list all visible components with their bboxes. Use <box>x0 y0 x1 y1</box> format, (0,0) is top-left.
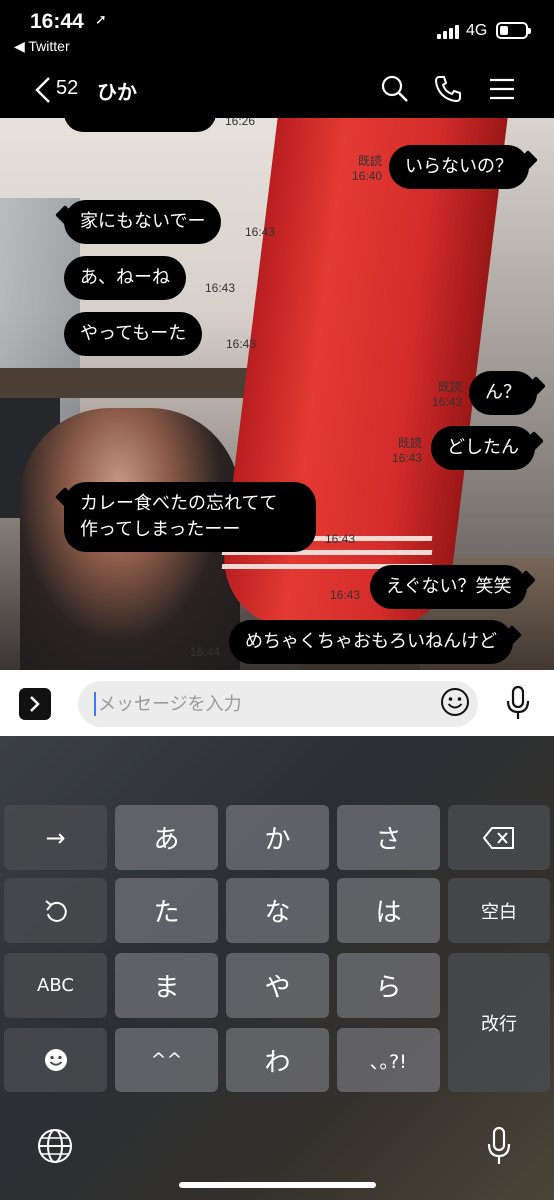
status-time: 16:44 <box>30 10 84 33</box>
message-bubble-outgoing[interactable]: どしたん <box>431 426 535 470</box>
undo-key[interactable] <box>4 878 107 943</box>
message-bubble-outgoing[interactable]: ん？ <box>469 371 537 415</box>
message-time: 16:43 <box>325 532 356 546</box>
message-bubble-outgoing[interactable]: めちゃくちゃおもろいねんけど <box>229 620 513 664</box>
back-button[interactable]: 52 <box>34 76 84 104</box>
key-ka[interactable]: か <box>226 805 329 870</box>
message-time: 16:43 <box>226 337 257 351</box>
contact-name: ひか <box>97 80 137 104</box>
message-time: 16:43 <box>205 281 236 295</box>
dictation-mic-icon[interactable] <box>486 1126 512 1166</box>
read-receipt: 既読 <box>357 154 382 168</box>
message-time: 16:43 <box>391 451 422 465</box>
message-time: 16:40 <box>351 169 382 183</box>
message-bubble-incoming[interactable]: あ、ねーね <box>64 256 186 300</box>
emoji-key[interactable] <box>4 1028 107 1092</box>
expand-menu-button[interactable] <box>19 688 51 720</box>
abc-key[interactable]: ABC <box>4 953 107 1018</box>
key-wa[interactable]: わ <box>226 1028 329 1092</box>
message-time: 16:43 <box>245 225 276 239</box>
key-sa[interactable]: さ <box>337 805 440 870</box>
message-bubble-incoming[interactable]: カレー食べたの忘れてて 作ってしまったーー <box>64 482 316 552</box>
network-type: 4G <box>466 22 488 39</box>
key-ra[interactable]: ら <box>337 953 440 1018</box>
space-key[interactable]: 空白 <box>448 878 550 943</box>
chat-header: 52 ひか <box>0 62 554 118</box>
key-a[interactable]: あ <box>115 805 218 870</box>
key-ya[interactable]: や <box>226 953 329 1018</box>
home-indicator[interactable] <box>179 1182 376 1188</box>
location-arrow-icon: ➚ <box>95 12 107 28</box>
message-input-bar <box>0 670 554 736</box>
key-arrow[interactable]: → <box>4 805 107 870</box>
emoji-icon[interactable] <box>440 687 470 717</box>
message-time: 16:43 <box>329 588 360 602</box>
keyboard: → あ か さ た な は 空白 ABC ま や ら 改行 ^^ わ ､｡?! <box>0 736 554 1200</box>
battery-icon <box>496 22 531 39</box>
chat-area[interactable]: 16:26 既読 16:40 いらないの？ 家にもないでー 16:43 あ、ねー… <box>0 118 554 670</box>
phone-icon[interactable] <box>433 74 463 104</box>
message-bubble-partial[interactable] <box>64 118 216 132</box>
chevron-right-icon <box>30 696 40 712</box>
emoji-face-icon <box>44 1049 67 1071</box>
status-bar: 16:44 ➚ ◀ Twitter 4G <box>0 0 554 62</box>
message-input[interactable] <box>98 689 428 719</box>
search-icon[interactable] <box>380 74 410 104</box>
backspace-key[interactable] <box>448 805 550 870</box>
message-bubble-incoming[interactable]: 家にもないでー <box>64 200 222 244</box>
key-ha[interactable]: は <box>337 878 440 943</box>
microphone-icon[interactable] <box>505 685 531 721</box>
globe-icon[interactable] <box>37 1128 73 1164</box>
read-receipt: 既読 <box>397 436 422 450</box>
message-field[interactable] <box>78 681 478 727</box>
message-time: 16:26 <box>225 118 256 128</box>
key-kaomoji[interactable]: ^^ <box>115 1028 218 1092</box>
signal-icon <box>437 23 463 39</box>
key-punctuation[interactable]: ､｡?! <box>337 1028 440 1092</box>
backspace-icon <box>483 826 514 849</box>
unread-count: 52 <box>56 77 79 99</box>
message-time: 16:44 <box>189 645 220 659</box>
message-time: 16:43 <box>431 395 462 409</box>
text-caret <box>94 692 96 716</box>
message-bubble-outgoing[interactable]: いらないの？ <box>389 145 529 189</box>
menu-icon[interactable] <box>487 74 517 104</box>
message-bubble-outgoing[interactable]: えぐない？笑笑 <box>370 565 528 609</box>
chevron-left-icon <box>35 77 50 103</box>
key-na[interactable]: な <box>226 878 329 943</box>
back-to-app-link[interactable]: ◀ Twitter <box>14 38 70 55</box>
undo-icon <box>44 899 67 922</box>
message-bubble-incoming[interactable]: やってもーた <box>64 312 203 356</box>
key-ma[interactable]: ま <box>115 953 218 1018</box>
read-receipt: 既読 <box>437 380 462 394</box>
key-ta[interactable]: た <box>115 878 218 943</box>
return-key[interactable]: 改行 <box>448 953 550 1092</box>
